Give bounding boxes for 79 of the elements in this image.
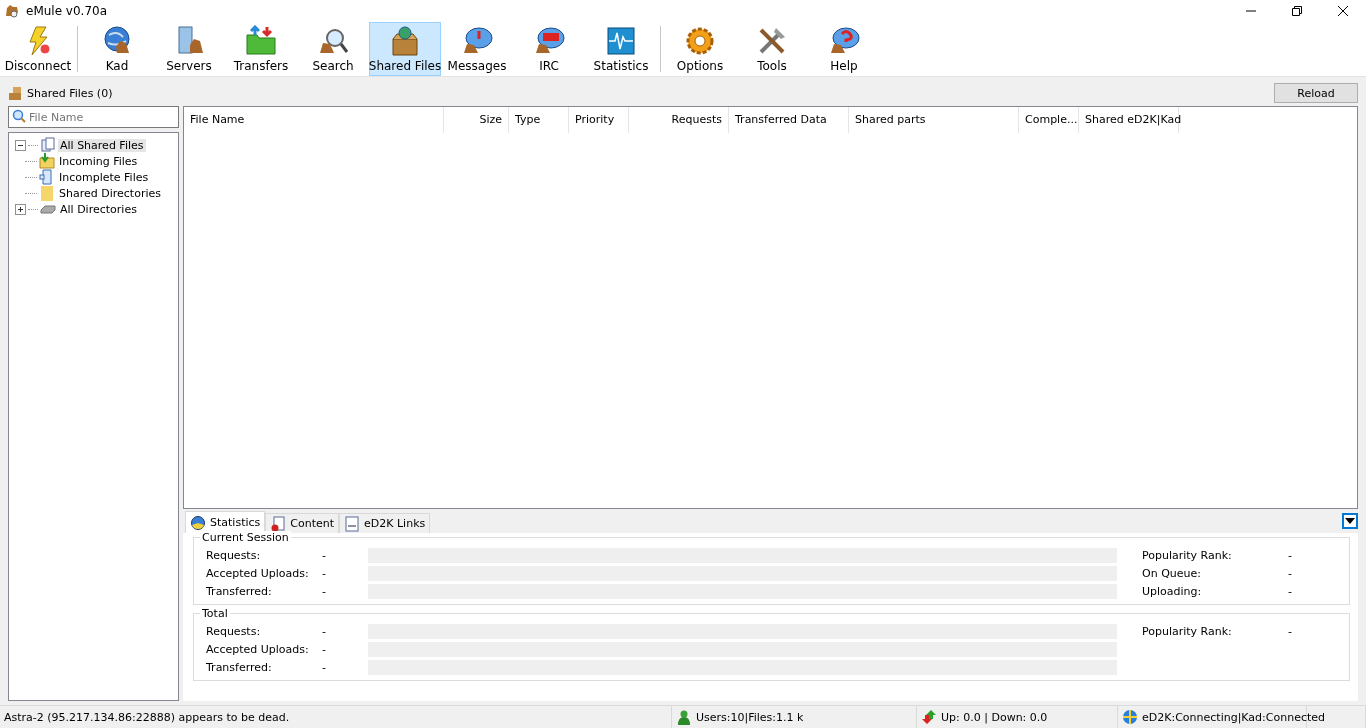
detail-tab[interactable]: Statistics	[185, 511, 266, 533]
toolbar-button[interactable]: Kad	[81, 22, 153, 76]
stat-label: Transferred:	[206, 659, 273, 676]
up-down-arrows-icon	[921, 709, 937, 725]
column-header[interactable]: Priority	[569, 107, 629, 133]
toolbar-button[interactable]: IRC	[513, 22, 585, 76]
detail-tab[interactable]: eD2K Links	[339, 513, 431, 533]
waveform-icon	[605, 25, 637, 57]
column-header[interactable]: Size	[444, 107, 509, 133]
caret-icon	[1345, 518, 1355, 524]
puzzle-file-icon	[39, 169, 55, 185]
column-header[interactable]: Requests	[629, 107, 729, 133]
toolbar-button[interactable]: Transfers	[225, 22, 297, 76]
toolbar-button[interactable]: Servers	[153, 22, 225, 76]
stat-value: -	[322, 623, 327, 640]
detail-tab[interactable]: Content	[265, 513, 340, 533]
dropdown-button[interactable]	[1342, 513, 1358, 529]
box-icon	[389, 25, 421, 57]
folder-icon	[39, 185, 55, 201]
expander-icon[interactable]	[15, 203, 26, 215]
toolbar-button[interactable]: Options	[664, 22, 736, 76]
traffic-status: Up: 0.0 | Down: 0.0	[941, 710, 1048, 724]
tree-item[interactable]: Incomplete Files	[57, 170, 151, 184]
toolbar-button[interactable]: Search	[297, 22, 369, 76]
stat-value: -	[1288, 584, 1292, 598]
stat-label: Transferred:	[206, 583, 273, 600]
window-title: eMule v0.70a	[26, 4, 108, 18]
panel-title: Shared Files (0)	[27, 86, 113, 100]
folder-download-icon	[39, 153, 55, 169]
column-header[interactable]: Shared parts	[849, 107, 1019, 133]
stat-label: On Queue:	[1142, 566, 1202, 580]
search-field[interactable]: File Name	[8, 106, 179, 128]
reload-button[interactable]: Reload	[1274, 83, 1358, 103]
stat-value: -	[322, 641, 327, 658]
tree-item[interactable]: Shared Directories	[57, 186, 163, 200]
toolbar-button[interactable]: Messages	[441, 22, 513, 76]
hand-box-icon	[8, 85, 24, 101]
documents-icon	[40, 137, 56, 153]
group-title: Total	[200, 607, 230, 620]
toolbar-button[interactable]: Shared Files	[369, 22, 441, 76]
column-header[interactable]: Comple...	[1019, 107, 1079, 133]
column-header[interactable]: Transferred Data	[729, 107, 849, 133]
network-globe-icon	[1122, 709, 1138, 725]
stat-label: Accepted Uploads:	[206, 641, 310, 658]
connection-status: eD2K:Connecting|Kad:Connected	[1142, 710, 1326, 724]
toolbar-button[interactable]: Help	[808, 22, 880, 76]
pie-icon	[190, 514, 206, 531]
search-input[interactable]: File Name	[27, 110, 171, 124]
toolbar-button[interactable]: Tools	[736, 22, 808, 76]
stat-value: -	[322, 565, 327, 582]
status-message: Astra-2 (95.217.134.86:22888) appears to be dead.	[0, 706, 672, 728]
stat-value: -	[322, 659, 327, 676]
expander-icon[interactable]	[15, 139, 26, 151]
column-header[interactable]: File Name	[184, 107, 444, 133]
stat-value: -	[1288, 624, 1292, 638]
users-status: Users:10|Files:1.1 k	[696, 710, 804, 724]
stat-value: -	[1288, 548, 1292, 562]
stat-label: Popularity Rank:	[1142, 624, 1233, 638]
user-icon	[676, 709, 692, 725]
tree-item[interactable]: All Directories	[58, 202, 139, 216]
stat-value: -	[322, 583, 327, 600]
stat-value: -	[1288, 566, 1292, 580]
stat-value: -	[322, 547, 327, 564]
stat-label: Popularity Rank:	[1142, 548, 1233, 562]
folder-icon	[245, 25, 277, 57]
toolbar-button[interactable]: Statistics	[585, 22, 657, 76]
stat-label: Accepted Uploads:	[206, 565, 310, 582]
tree-item[interactable]: Incoming Files	[57, 154, 140, 168]
tree-item[interactable]: All Shared Files	[58, 138, 146, 152]
group-title: Current Session	[200, 531, 291, 544]
stat-label: Requests:	[206, 623, 262, 640]
column-header[interactable]: Type	[509, 107, 569, 133]
search-icon	[11, 109, 27, 125]
stat-label: Requests:	[206, 547, 262, 564]
column-header[interactable]: Shared eD2K|Kad	[1079, 107, 1179, 133]
toolbar-button[interactable]: Disconnect	[2, 22, 74, 76]
stat-label: Uploading:	[1142, 584, 1203, 598]
document-info-icon	[270, 515, 287, 532]
gear-icon	[684, 25, 716, 57]
